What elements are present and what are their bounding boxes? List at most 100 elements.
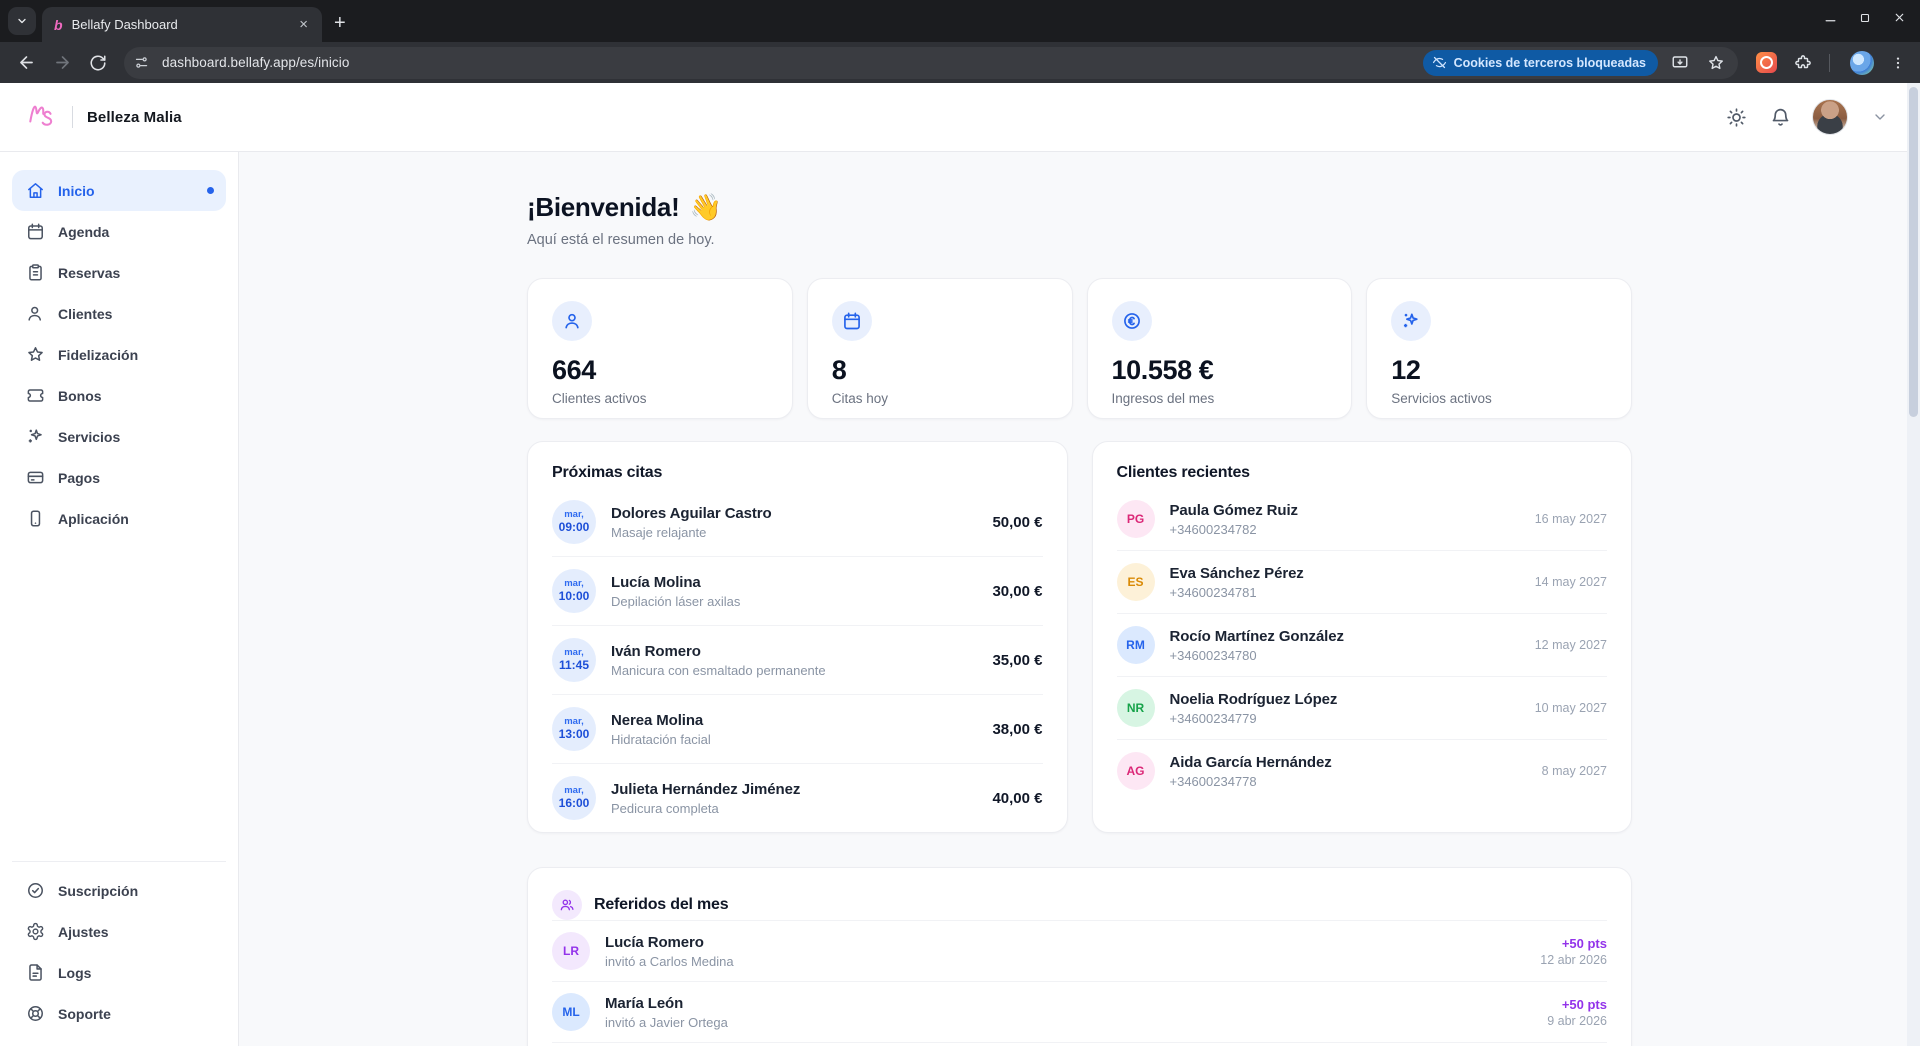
users-icon — [26, 304, 45, 323]
sidebar-item-reservas[interactable]: Reservas — [12, 252, 226, 293]
stat-card-citas-hoy[interactable]: 8 Citas hoy — [807, 278, 1073, 419]
card-title: Referidos del mes — [594, 896, 728, 914]
bellafy-favicon-icon: b — [54, 18, 63, 32]
appointment-row[interactable]: mar,13:00 Nerea Molina Hidratación facia… — [552, 694, 1043, 763]
back-button[interactable] — [10, 47, 42, 79]
site-info-button[interactable] — [128, 50, 154, 76]
service-name: Depilación láser axilas — [611, 594, 740, 609]
client-row[interactable]: RM Rocío Martínez González +34600234780 … — [1117, 613, 1608, 676]
client-date: 10 may 2027 — [1535, 701, 1607, 715]
client-name: Rocío Martínez González — [1170, 628, 1344, 645]
appointment-price: 30,00 € — [992, 583, 1042, 600]
user-avatar[interactable] — [1812, 99, 1848, 135]
bookmark-button[interactable] — [1702, 50, 1730, 76]
life-buoy-icon — [26, 1004, 45, 1023]
referrer-name: María León — [605, 995, 728, 1012]
home-icon — [26, 181, 45, 200]
appointment-row[interactable]: mar,09:00 Dolores Aguilar Castro Masaje … — [552, 488, 1043, 556]
client-phone: +34600234781 — [1170, 585, 1304, 600]
appointment-row[interactable]: mar,11:45 Iván Romero Manicura con esmal… — [552, 625, 1043, 694]
sidebar-item-label: Soporte — [58, 1006, 111, 1022]
client-date: 14 may 2027 — [1535, 575, 1607, 589]
address-bar[interactable]: dashboard.bellafy.app/es/inicio Cookies … — [124, 47, 1738, 79]
profile-menu-button[interactable] — [1868, 105, 1892, 129]
badge-check-icon — [26, 881, 45, 900]
window-minimize-icon[interactable] — [1824, 11, 1837, 24]
browser-profile-icon[interactable] — [1850, 51, 1874, 75]
client-name: Paula Gómez Ruiz — [1170, 502, 1298, 519]
scrollbar-thumb[interactable] — [1909, 87, 1918, 417]
appointment-row[interactable]: mar,16:00 Julieta Hernández Jiménez Pedi… — [552, 763, 1043, 832]
sidebar: Inicio Agenda Reservas Clientes Fideliza… — [0, 152, 239, 1046]
sparkles-icon — [1401, 311, 1421, 331]
browser-menu-button[interactable] — [1886, 51, 1910, 75]
notifications-button[interactable] — [1768, 105, 1792, 129]
stat-value: 8 — [832, 355, 1048, 386]
sidebar-item-label: Pagos — [58, 470, 100, 486]
appointment-time-badge: mar,09:00 — [552, 500, 596, 544]
browser-tab[interactable]: b Bellafy Dashboard × — [42, 7, 322, 42]
sidebar-footer: Suscripción Ajustes Logs Soporte — [12, 861, 226, 1034]
referral-row[interactable]: ML María León invitó a Javier Ortega +50… — [552, 981, 1607, 1042]
forward-button[interactable] — [46, 47, 78, 79]
page-scrollbar[interactable] — [1907, 83, 1920, 1046]
client-row[interactable]: ES Eva Sánchez Pérez +34600234781 14 may… — [1117, 550, 1608, 613]
sidebar-item-ajustes[interactable]: Ajustes — [12, 911, 226, 952]
stat-card-clientes-activos[interactable]: 664 Clientes activos — [527, 278, 793, 419]
stat-card-servicios-activos[interactable]: 12 Servicios activos — [1366, 278, 1632, 419]
referral-row[interactable]: EO Elena Ortega +50 pts — [552, 1042, 1607, 1046]
file-text-icon — [26, 963, 45, 982]
sidebar-item-aplicacion[interactable]: Aplicación — [12, 498, 226, 539]
window-close-icon[interactable] — [1893, 11, 1906, 24]
tab-close-icon[interactable]: × — [295, 15, 312, 34]
client-row[interactable]: PG Paula Gómez Ruiz +34600234782 16 may … — [1117, 488, 1608, 550]
sidebar-item-agenda[interactable]: Agenda — [12, 211, 226, 252]
referral-date: 9 abr 2026 — [1547, 1014, 1607, 1028]
sidebar-item-suscripcion[interactable]: Suscripción — [12, 870, 226, 911]
new-tab-button[interactable]: + — [334, 13, 346, 33]
appointment-price: 50,00 € — [992, 514, 1042, 531]
stat-label: Citas hoy — [832, 391, 1048, 406]
sidebar-item-soporte[interactable]: Soporte — [12, 993, 226, 1034]
theme-toggle-button[interactable] — [1724, 105, 1748, 129]
referral-points: +50 pts — [1547, 997, 1607, 1012]
sidebar-item-label: Clientes — [58, 306, 112, 322]
referral-avatar: ML — [552, 993, 590, 1031]
window-maximize-icon[interactable] — [1859, 12, 1871, 24]
sidebar-item-label: Reservas — [58, 265, 120, 281]
app-viewport: Belleza Malia Inicio Agenda — [0, 83, 1920, 1046]
sparkles-icon — [26, 427, 45, 446]
appointment-price: 40,00 € — [992, 790, 1042, 807]
sidebar-item-fidelizacion[interactable]: Fidelización — [12, 334, 226, 375]
referral-row[interactable]: LR Lucía Romero invitó a Carlos Medina +… — [552, 920, 1607, 981]
sidebar-item-bonos[interactable]: Bonos — [12, 375, 226, 416]
extensions-button[interactable] — [1789, 50, 1817, 76]
sun-icon — [1726, 107, 1747, 128]
sidebar-item-logs[interactable]: Logs — [12, 952, 226, 993]
chevron-down-icon — [1872, 109, 1888, 125]
service-name: Manicura con esmaltado permanente — [611, 663, 826, 678]
sidebar-item-inicio[interactable]: Inicio — [12, 170, 226, 211]
active-indicator-dot — [207, 187, 214, 194]
client-row[interactable]: NR Noelia Rodríguez López +34600234779 1… — [1117, 676, 1608, 739]
stat-card-ingresos[interactable]: 10.558 € Ingresos del mes — [1087, 278, 1353, 419]
cookies-blocked-badge[interactable]: Cookies de terceros bloqueadas — [1423, 50, 1658, 76]
extension-lens-icon[interactable] — [1756, 52, 1777, 73]
credit-card-icon — [26, 468, 45, 487]
client-avatar: NR — [1117, 689, 1155, 727]
star-icon — [26, 345, 45, 364]
url-text[interactable]: dashboard.bellafy.app/es/inicio — [162, 55, 349, 70]
sidebar-item-servicios[interactable]: Servicios — [12, 416, 226, 457]
install-app-button[interactable] — [1666, 50, 1694, 76]
stat-value: 664 — [552, 355, 768, 386]
appointment-row[interactable]: mar,10:00 Lucía Molina Depilación láser … — [552, 556, 1043, 625]
reload-button[interactable] — [82, 47, 114, 79]
sidebar-item-pagos[interactable]: Pagos — [12, 457, 226, 498]
gear-icon — [26, 922, 45, 941]
client-row[interactable]: AG Aida García Hernández +34600234778 8 … — [1117, 739, 1608, 802]
tab-search-button[interactable] — [8, 7, 36, 35]
client-name: Dolores Aguilar Castro — [611, 505, 772, 522]
client-name: Julieta Hernández Jiménez — [611, 781, 800, 798]
appointment-time-badge: mar,16:00 — [552, 776, 596, 820]
sidebar-item-clientes[interactable]: Clientes — [12, 293, 226, 334]
